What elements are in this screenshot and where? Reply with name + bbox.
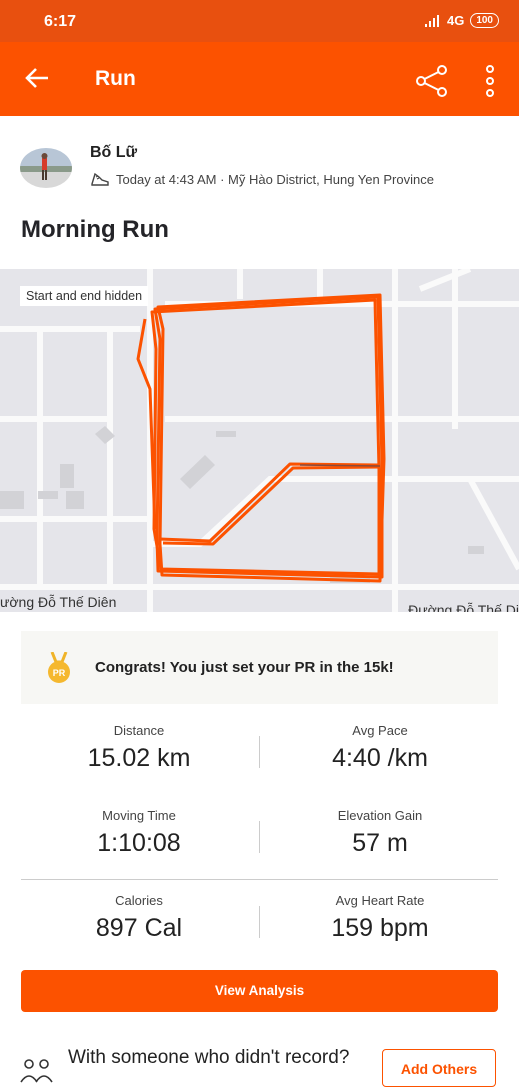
add-others-button[interactable]: Add Others [382,1049,496,1087]
stat-value: 1:10:08 [97,829,181,857]
stat-label: Calories [115,893,163,908]
signal-icon [424,14,439,27]
stat-avg-heart-rate: Avg Heart Rate 159 bpm [260,893,500,943]
stat-avg-pace: Avg Pace 4:40 /km [260,723,500,773]
network-type: 4G [446,13,465,28]
pr-achievement-banner[interactable]: PR Congrats! You just set your PR in the… [21,631,498,704]
stat-label: Distance [113,723,165,738]
stat-label: Avg Heart Rate [335,893,425,908]
page-title: Run [95,67,136,90]
street-label-right: Đường Đỗ Thế Di [408,602,519,612]
with-others-text: With someone who didn't record? [68,1047,350,1068]
stat-distance: Distance 15.02 km [19,723,259,773]
shoe-icon [91,172,109,186]
pr-message: Congrats! You just set your PR in the 15… [95,659,394,676]
activity-meta: Today at 4:43 AM · Mỹ Hào District, Hung… [90,171,434,187]
app-bar: Run [0,42,519,116]
route-line [136,293,386,583]
medal-icon: PR [48,652,70,683]
stat-label: Avg Pace [352,723,408,738]
stat-value: 897 Cal [95,914,183,942]
stat-value: 159 bpm [331,914,429,942]
stat-value: 57 m [352,829,408,857]
view-analysis-button[interactable]: View Analysis [21,970,498,1012]
section-divider [21,879,498,880]
stat-value: 4:40 /km [332,744,428,772]
people-icon [20,1059,53,1083]
status-bar: 6:17 4G 100 [0,0,519,42]
avatar[interactable] [20,148,72,188]
medal-label: PR [53,668,66,678]
stat-elevation-gain: Elevation Gain 57 m [260,808,500,858]
stat-moving-time: Moving Time 1:10:08 [19,808,259,858]
status-indicators: 4G 100 [424,13,499,28]
stat-value: 15.02 km [87,744,191,772]
athlete-header: Bố Lữ Today at 4:43 AM · Mỹ Hào District… [20,140,500,200]
activity-title: Morning Run [21,216,169,243]
map-canvas [0,269,519,612]
battery-icon: 100 [470,13,499,28]
with-others-row: With someone who didn't record? Add Othe… [20,1044,500,1087]
stat-calories: Calories 897 Cal [19,893,259,943]
map-privacy-badge: Start and end hidden [20,286,149,306]
more-options-icon[interactable] [480,64,500,98]
runner-photo [41,153,48,180]
route-map[interactable]: Start and end hidden ường Đỗ Thế Diên Đư… [0,269,519,612]
athlete-name[interactable]: Bố Lữ [90,144,137,162]
stat-label: Elevation Gain [337,808,423,823]
activity-time-location: Today at 4:43 AM · Mỹ Hào District, Hung… [116,171,434,187]
status-time: 6:17 [44,13,77,30]
stat-label: Moving Time [102,808,176,823]
street-label-left: ường Đỗ Thế Diên [0,594,117,610]
back-arrow-icon[interactable] [24,65,50,91]
share-icon[interactable] [415,64,449,98]
